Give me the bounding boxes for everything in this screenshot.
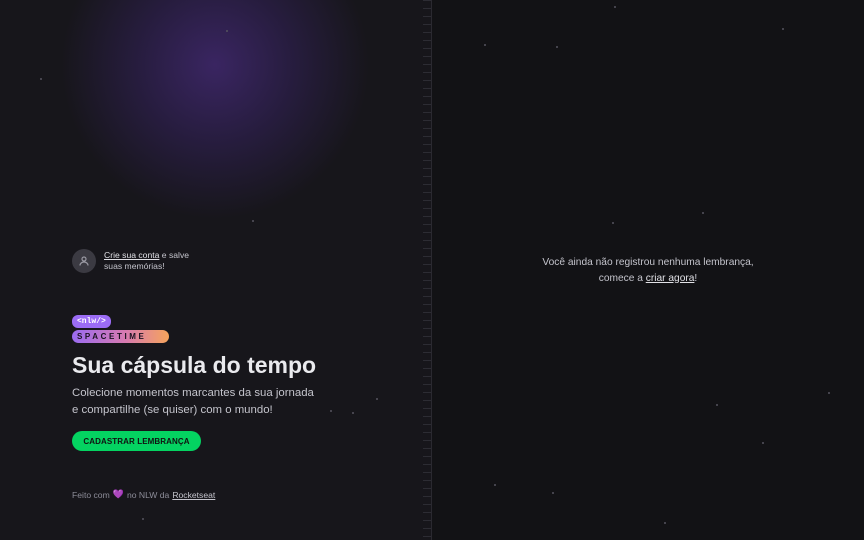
- app-root: Crie sua conta e salve suas memórias! <n…: [0, 0, 864, 540]
- star-dot: [782, 28, 784, 30]
- heart-icon: 💜: [112, 489, 124, 499]
- signin-prompt: Crie sua conta e salve suas memórias!: [72, 249, 204, 273]
- nlw-spacetime-logo: <nlw/> SPACETIME: [72, 310, 169, 343]
- avatar[interactable]: [72, 249, 96, 273]
- star-dot: [352, 412, 354, 414]
- register-memory-button[interactable]: CADASTRAR LEMBRANÇA: [72, 431, 201, 451]
- left-panel: Crie sua conta e salve suas memórias! <n…: [0, 0, 432, 540]
- signin-text: Crie sua conta e salve suas memórias!: [104, 250, 204, 272]
- star-dot: [612, 222, 614, 224]
- stripe-divider: [423, 0, 431, 540]
- logo-spacetime-wordmark: SPACETIME: [72, 330, 169, 343]
- star-dot: [494, 484, 496, 486]
- star-dot: [614, 6, 616, 8]
- star-dot: [252, 220, 254, 222]
- star-dot: [226, 30, 228, 32]
- star-dot: [330, 410, 332, 412]
- footer: Feito com 💜 no NLW da Rocketseat: [72, 489, 215, 500]
- create-account-link[interactable]: Crie sua conta: [104, 250, 159, 260]
- user-icon: [79, 256, 89, 266]
- star-dot: [664, 522, 666, 524]
- star-dot: [556, 46, 558, 48]
- star-dot: [40, 78, 42, 80]
- empty-state-suffix: !: [694, 272, 698, 284]
- right-panel: Você ainda não registrou nenhuma lembran…: [432, 0, 864, 540]
- footer-middle: no NLW da: [126, 489, 170, 500]
- empty-state-line1: Você ainda não registrou nenhuma lembran…: [542, 257, 754, 268]
- footer-prefix: Feito com: [72, 489, 110, 500]
- page-title: Sua cápsula do tempo: [72, 352, 317, 378]
- star-dot: [828, 392, 830, 394]
- rocketseat-link[interactable]: Rocketseat: [172, 490, 215, 500]
- star-dot: [552, 492, 554, 494]
- create-now-link[interactable]: criar agora: [646, 273, 695, 284]
- star-dot: [376, 398, 378, 400]
- star-dot: [142, 518, 144, 520]
- star-dot: [702, 212, 704, 214]
- empty-state-message: Você ainda não registrou nenhuma lembran…: [432, 255, 864, 286]
- logo-nlw-badge: <nlw/>: [72, 315, 111, 328]
- hero-description: Colecione momentos marcantes da sua jorn…: [72, 387, 314, 416]
- empty-state-prefix: comece a: [598, 272, 646, 284]
- star-dot: [716, 404, 718, 406]
- purple-glow: [60, 0, 370, 220]
- star-dot: [762, 442, 764, 444]
- empty-state-line2: comece a criar agora!: [432, 271, 864, 287]
- star-dot: [484, 44, 486, 46]
